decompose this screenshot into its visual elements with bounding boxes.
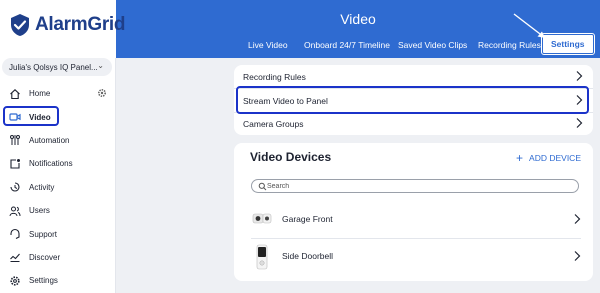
chevron-right-icon — [576, 118, 583, 128]
sidebar-item-label: Users — [29, 206, 50, 216]
video-highlight-box — [3, 106, 59, 126]
sidebar-item-label: Settings — [29, 276, 58, 286]
sidebar-item-notifications[interactable]: Notifications — [0, 152, 116, 175]
sidebar-item-label: Discover — [29, 252, 61, 262]
sidebar-item-label: Support — [29, 229, 58, 239]
users-icon — [9, 206, 21, 216]
video-devices-card: Video Devices + ADD DEVICE Garage Front — [234, 143, 593, 281]
logo-shield-icon — [11, 14, 29, 36]
tab-settings[interactable]: Settings — [541, 33, 595, 55]
automation-icon — [10, 135, 20, 146]
add-device-button[interactable]: + ADD DEVICE — [516, 150, 581, 165]
tab-live-video[interactable]: Live Video — [248, 40, 288, 50]
sidebar-item-support[interactable]: Support — [0, 222, 116, 245]
search-icon — [258, 182, 267, 191]
brand-name: AlarmGrid — [35, 14, 126, 35]
device-search — [251, 179, 579, 193]
add-device-label: ADD DEVICE — [529, 153, 581, 163]
activity-icon — [10, 182, 20, 192]
sidebar-item-home[interactable]: Home — [0, 82, 116, 105]
panel-selector[interactable]: Julia's Qolsys IQ Panel... ⌄ — [2, 58, 112, 76]
search-input[interactable] — [267, 181, 567, 191]
tab-recording-rules[interactable]: Recording Rules — [478, 40, 541, 50]
sidebar-item-discover[interactable]: Discover — [0, 246, 116, 269]
sidebar-item-automation[interactable]: Automation — [0, 129, 116, 152]
support-icon — [10, 228, 20, 240]
sidebar-item-activity[interactable]: Activity — [0, 176, 116, 199]
chevron-right-icon — [574, 251, 581, 261]
sidebar-item-label: Notifications — [29, 159, 73, 169]
home-icon — [10, 88, 20, 99]
sidebar-item-users[interactable]: Users — [0, 199, 116, 222]
sidebar-item-label: Automation — [29, 135, 70, 145]
app-window: AlarmGrid Video Live Video Onboard 24/7 … — [0, 0, 600, 293]
notifications-icon — [10, 158, 20, 169]
device-name: Side Doorbell — [282, 251, 334, 261]
device-row-garage-front[interactable]: Garage Front — [234, 201, 593, 237]
sidebar-item-label: Activity — [29, 182, 55, 192]
gear-icon — [10, 276, 20, 286]
video-devices-title: Video Devices — [250, 150, 332, 164]
camera-groups-row[interactable]: Camera Groups — [234, 112, 593, 135]
discover-icon — [10, 254, 20, 263]
sidebar-item-settings[interactable]: Settings — [0, 269, 116, 292]
chevron-right-icon — [574, 214, 581, 224]
row-label: Camera Groups — [243, 118, 304, 129]
outdoor-camera-icon — [252, 213, 272, 224]
device-row-side-doorbell[interactable]: Side Doorbell — [234, 238, 593, 274]
doorbell-camera-icon — [256, 244, 268, 270]
chevron-down-icon: ⌄ — [97, 61, 104, 70]
plus-icon: + — [516, 150, 524, 165]
chevron-right-icon — [576, 71, 583, 81]
logo-area: AlarmGrid — [0, 0, 126, 58]
sidebar: Julia's Qolsys IQ Panel... ⌄ Home Video … — [0, 58, 116, 293]
tab-saved-video-clips[interactable]: Saved Video Clips — [398, 40, 467, 50]
sidebar-item-label: Home — [29, 89, 51, 99]
logo[interactable]: AlarmGrid — [8, 12, 126, 38]
row-label: Recording Rules — [243, 71, 306, 82]
recording-rules-row[interactable]: Recording Rules — [234, 65, 593, 88]
top-bar: AlarmGrid Video Live Video Onboard 24/7 … — [0, 0, 600, 58]
annotation-arrow-icon — [513, 13, 545, 38]
device-name: Garage Front — [282, 214, 333, 224]
tab-onboard-timeline[interactable]: Onboard 24/7 Timeline — [304, 40, 390, 50]
panel-selector-label: Julia's Qolsys IQ Panel... — [9, 62, 98, 72]
stream-video-highlight-box — [236, 86, 589, 114]
